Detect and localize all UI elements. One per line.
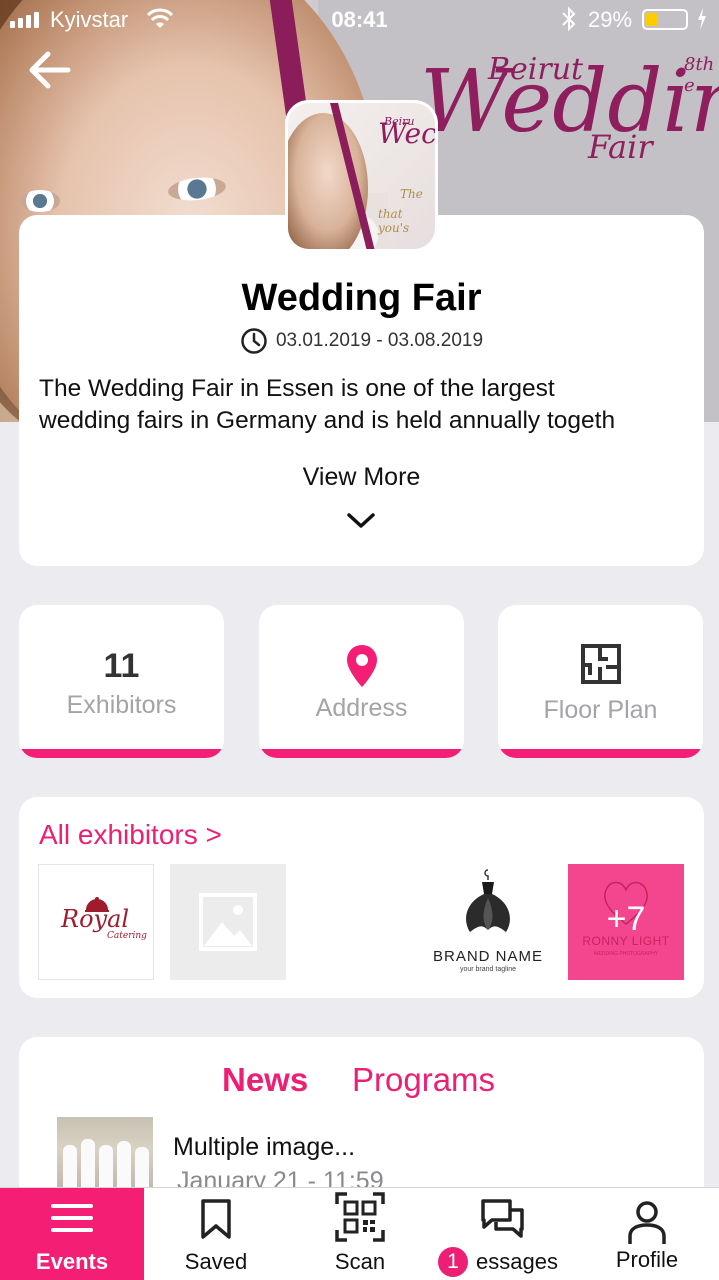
brand-name-text: BRAND NAME	[432, 948, 543, 965]
event-title: Wedding Fair	[241, 277, 482, 319]
hero-brand-edition: 8th e	[684, 54, 715, 96]
news-card: News Programs Multiple image... January …	[19, 1037, 704, 1207]
royal-logo-text: Royal Catering	[61, 905, 147, 941]
brand-tagline: your brand tagline	[459, 966, 517, 973]
bluetooth-icon	[560, 6, 578, 38]
event-date-range: 03.01.2019 - 03.08.2019	[275, 330, 484, 351]
exhibitor-logo-brand[interactable]: BRAND NAME your brand tagline	[430, 864, 546, 980]
tab-messages[interactable]: essages 1	[431, 1188, 575, 1280]
more-exhibitors-count: +7	[606, 900, 646, 938]
news-item-image[interactable]	[57, 1117, 153, 1197]
qr-code-icon	[335, 1192, 385, 1242]
chevron-down-icon[interactable]	[345, 511, 377, 531]
arrow-left-icon	[29, 51, 71, 89]
tile-accent-bar	[259, 749, 464, 758]
hero-brand-line2: Wedding	[420, 52, 719, 152]
floor-plan-label: Floor Plan	[543, 696, 658, 724]
tab-profile-label: Profile	[615, 1247, 679, 1272]
exhibitors-label: Exhibitors	[66, 691, 177, 719]
ronny-light-sub: WEDDING PHOTOGRAPHY	[593, 951, 659, 957]
thumb-brand-small: Beiru	[384, 115, 415, 128]
floor-plan-icon	[581, 644, 621, 684]
event-description: The Wedding Fair in Essen is one of the …	[39, 373, 690, 439]
tab-news[interactable]: News	[222, 1061, 308, 1099]
royal-logo-sub: Catering	[107, 931, 147, 941]
tile-accent-bar	[19, 749, 224, 758]
tab-programs[interactable]: Programs	[352, 1061, 495, 1099]
battery-percent: 29%	[588, 7, 633, 32]
event-description-line: The Wedding Fair in Essen is one of the …	[39, 375, 555, 402]
thumb-tagline: The	[400, 187, 423, 201]
event-description-line: wedding fairs in Germany and is held ann…	[39, 407, 616, 434]
clock-icon	[241, 328, 267, 354]
battery-icon	[642, 9, 688, 30]
tab-saved[interactable]: Saved	[144, 1188, 288, 1280]
tab-scan-label: Scan	[334, 1249, 386, 1274]
tile-accent-bar	[498, 749, 703, 758]
exhibitor-logo-placeholder[interactable]	[170, 864, 286, 980]
menu-icon	[51, 1204, 93, 1232]
event-card: Wedding Fair 03.01.2019 - 03.08.2019 The…	[19, 215, 704, 566]
all-exhibitors-link[interactable]: All exhibitors >	[39, 819, 222, 851]
hero-eye	[20, 190, 60, 212]
user-icon	[628, 1201, 666, 1244]
tab-messages-label: essages	[476, 1249, 558, 1274]
exhibitors-count: 11	[103, 647, 140, 685]
dress-icon	[466, 869, 510, 932]
back-button[interactable]	[26, 48, 76, 92]
event-dates: 03.01.2019 - 03.08.2019	[19, 327, 704, 355]
tab-events[interactable]: Events	[0, 1188, 144, 1280]
chat-icon	[481, 1199, 524, 1238]
hero-brand-line3: Fair	[588, 128, 653, 166]
tab-saved-label: Saved	[184, 1249, 248, 1274]
messages-badge: 1	[438, 1247, 468, 1277]
address-tile[interactable]: Address	[259, 605, 464, 758]
location-pin-icon	[347, 645, 377, 687]
charging-icon	[696, 6, 708, 38]
tab-profile[interactable]: Profile	[575, 1188, 719, 1280]
exhibitor-logo-more[interactable]: RONNY LIGHT WEDDING PHOTOGRAPHY +7	[568, 864, 684, 980]
exhibitors-card: All exhibitors > Royal Catering BRAND NA…	[19, 797, 704, 998]
view-more-button[interactable]: View More	[19, 463, 704, 492]
address-label: Address	[315, 694, 408, 722]
floor-plan-tile[interactable]: Floor Plan	[498, 605, 703, 758]
bottom-tab-bar: Events Saved Scan essages 1 Profile	[0, 1187, 719, 1280]
status-bar: Kyivstar 08:41 29%	[0, 0, 719, 40]
tab-events-label: Events	[35, 1249, 109, 1274]
image-placeholder-icon	[199, 893, 257, 951]
exhibitor-logo-royal[interactable]: Royal Catering	[38, 864, 154, 980]
exhibitors-tile[interactable]: 11 Exhibitors	[19, 605, 224, 758]
thumb-tagline: that you's	[378, 207, 410, 235]
tab-scan[interactable]: Scan	[288, 1188, 432, 1280]
event-thumbnail: Wec Beiru The that you's	[285, 100, 438, 252]
bookmark-icon	[201, 1199, 231, 1239]
news-item-title[interactable]: Multiple image...	[173, 1133, 355, 1162]
